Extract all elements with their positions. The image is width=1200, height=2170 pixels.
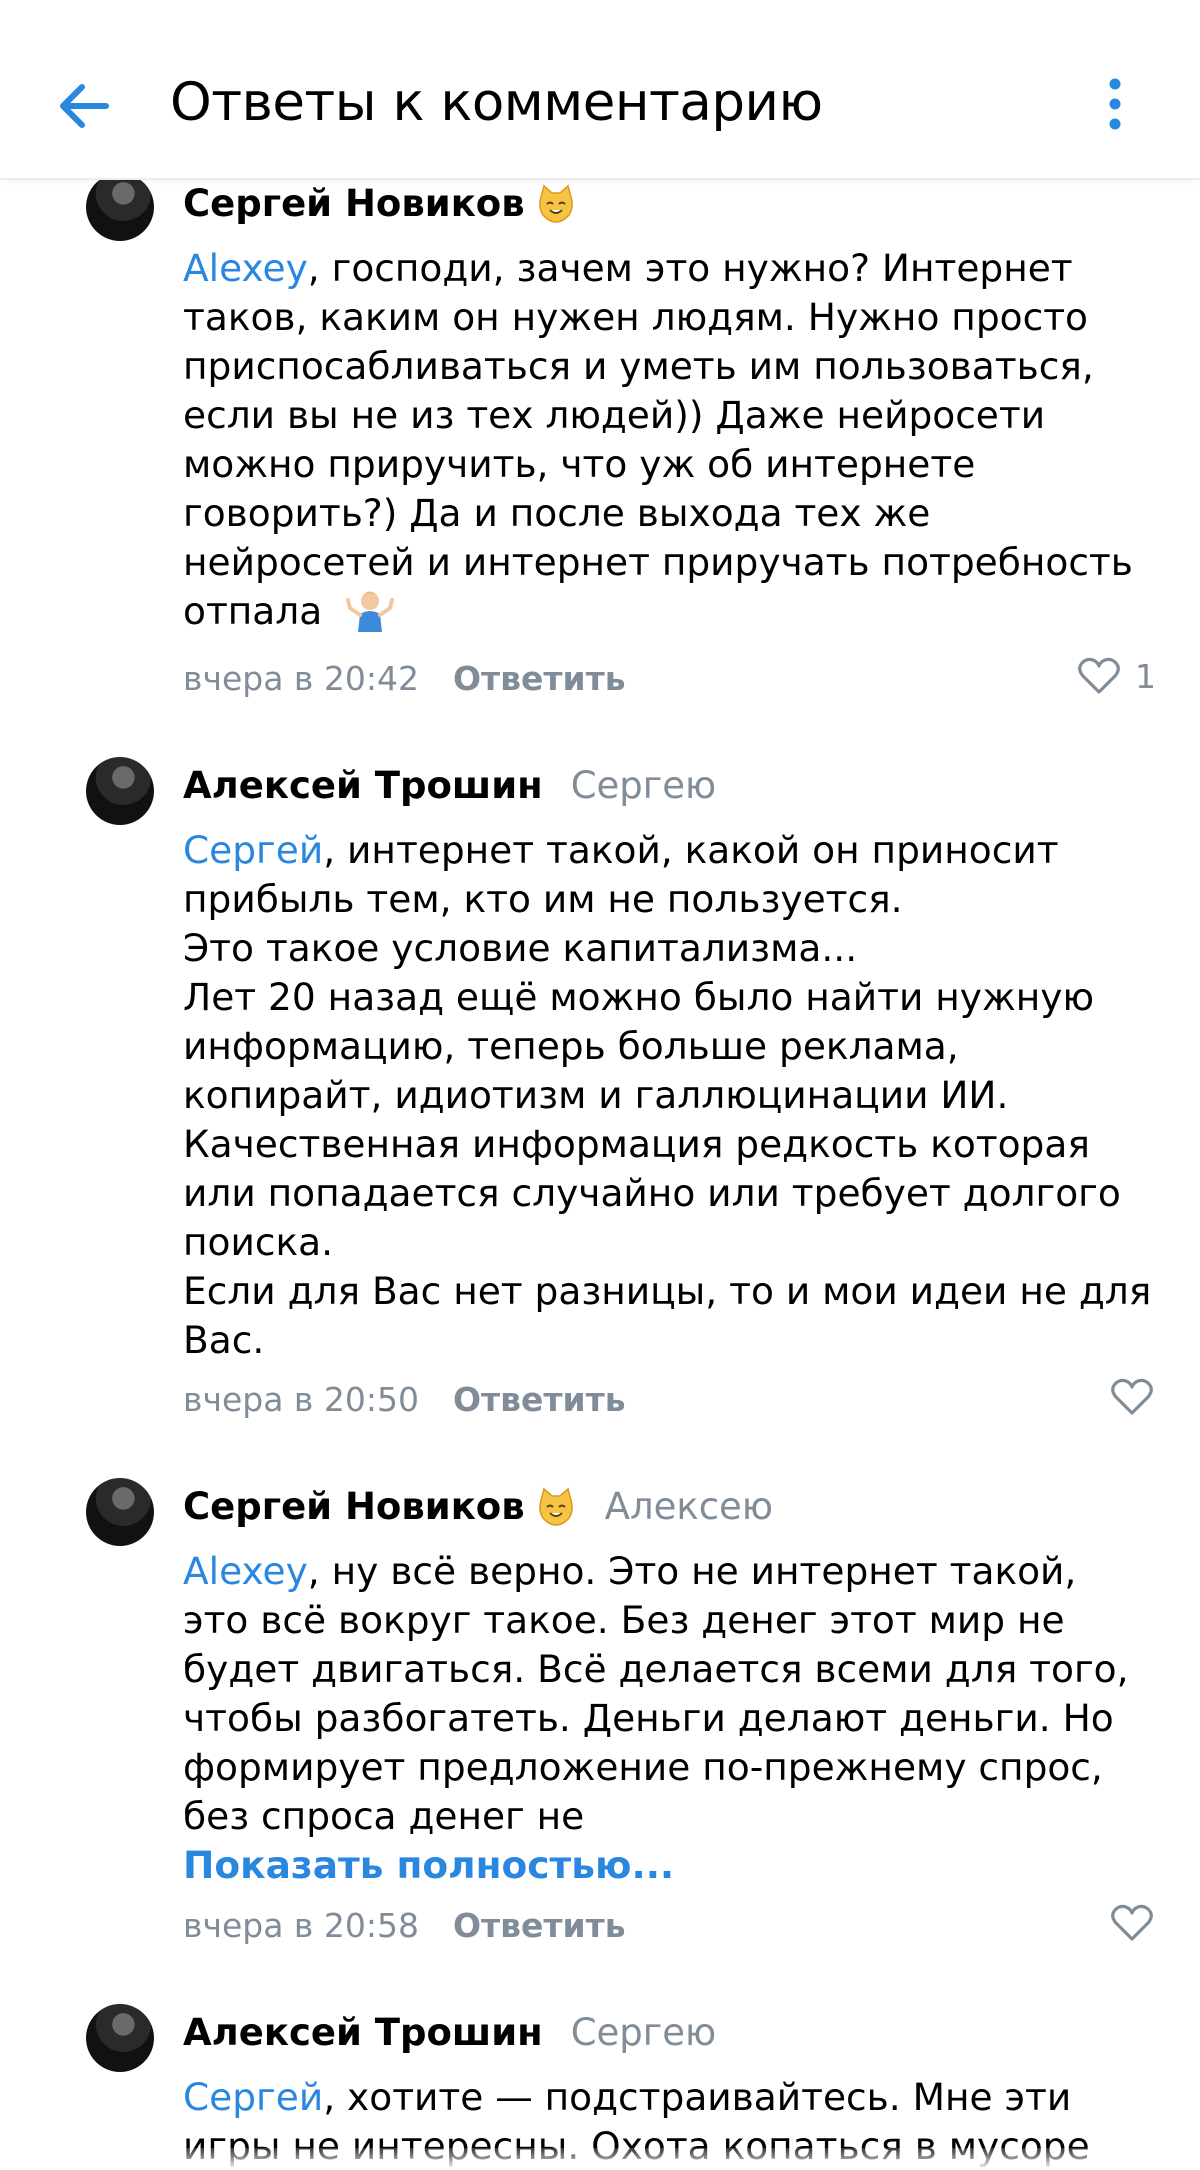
comment-header: Алексей Трошин Сергею	[183, 764, 716, 807]
timestamp: вчера в 20:42	[183, 659, 419, 698]
comment-text: Сергей, интернет такой, какой он приноси…	[183, 828, 1152, 1362]
arrow-left-icon[interactable]	[50, 72, 118, 140]
reply-to-label[interactable]: Алексею	[605, 1485, 773, 1528]
avatar[interactable]	[86, 757, 154, 825]
top-app-bar: Ответы к комментарию	[0, 0, 1200, 180]
like-button[interactable]	[1110, 1903, 1154, 1943]
page-title: Ответы к комментарию	[170, 72, 823, 133]
timestamp: вчера в 20:58	[183, 1906, 419, 1945]
reply-to-label[interactable]: Сергею	[571, 2011, 716, 2054]
comment-header: Алексей Трошин Сергею	[183, 2011, 716, 2054]
author-name[interactable]: Алексей Трошин	[183, 2011, 543, 2054]
person-shrugging-emoji-icon	[346, 591, 395, 632]
author-name[interactable]: Сергей Новиков	[183, 182, 525, 225]
like-button[interactable]	[1110, 1377, 1154, 1417]
avatar[interactable]	[86, 1478, 154, 1546]
author-name[interactable]: Сергей Новиков	[183, 1485, 525, 1528]
like-button[interactable]: 1	[1077, 656, 1156, 696]
comment-meta: вчера в 20:42 Ответить	[183, 659, 626, 698]
reply-button[interactable]: Ответить	[453, 1906, 626, 1945]
comment-header: Сергей Новиков	[183, 182, 577, 225]
mention-link[interactable]: Alexey	[183, 1549, 308, 1593]
comment-text: Alexey, ну всё верно. Это не интернет та…	[183, 1547, 1173, 1890]
reply-button[interactable]: Ответить	[453, 1380, 626, 1419]
comment-meta: вчера в 20:58 Ответить	[183, 1906, 626, 1945]
show-more-link[interactable]: Показать полностью...	[183, 1841, 1173, 1890]
heart-icon	[1111, 1904, 1153, 1941]
bottom-fade	[0, 2148, 1200, 2170]
mention-link[interactable]: Сергей	[183, 828, 323, 872]
reply-button[interactable]: Ответить	[453, 659, 626, 698]
author-name[interactable]: Алексей Трошин	[183, 764, 543, 807]
more-vertical-icon[interactable]	[1100, 74, 1140, 134]
reply-to-label[interactable]: Сергею	[571, 764, 716, 807]
heart-icon	[1078, 657, 1120, 694]
mention-link[interactable]: Alexey	[183, 246, 308, 290]
comment-header: Сергей Новиков Алексею	[183, 1485, 773, 1528]
avatar[interactable]	[86, 173, 154, 241]
comment-text: Alexey, господи, зачем это нужно? Интерн…	[183, 246, 1133, 633]
cat-emoji-icon	[538, 184, 573, 223]
comment-meta: вчера в 20:50 Ответить	[183, 1380, 626, 1419]
like-count: 1	[1135, 656, 1156, 696]
mention-link[interactable]: Сергей	[183, 2075, 323, 2119]
timestamp: вчера в 20:50	[183, 1380, 419, 1419]
cat-emoji-icon	[538, 1487, 573, 1526]
avatar[interactable]	[86, 2004, 154, 2072]
heart-icon	[1111, 1378, 1153, 1415]
